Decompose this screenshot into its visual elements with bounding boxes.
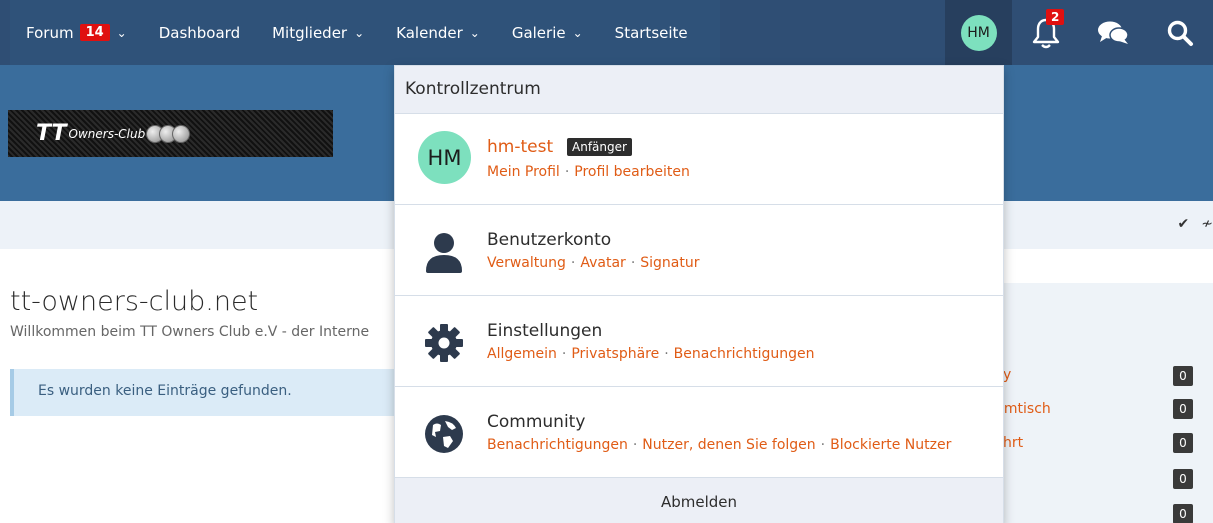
logo-brand: TT [36, 121, 67, 146]
account-management-link[interactable]: Verwaltung [487, 255, 566, 271]
user-menu-dropdown: Kontrollzentrum HM hm-test Anfänger Mein… [394, 65, 1004, 523]
nav-item-dashboard[interactable]: Dashboard [143, 0, 256, 65]
signature-link[interactable]: Signatur [640, 255, 699, 271]
chevron-down-icon: ⌄ [116, 25, 127, 40]
blocked-users-link[interactable]: Blockierte Nutzer [830, 437, 951, 453]
gear-icon [425, 324, 463, 362]
forum-count-badge: 14 [79, 24, 110, 41]
edit-profile-link[interactable]: Profil bearbeiten [574, 164, 690, 180]
following-link[interactable]: Nutzer, denen Sie folgen [642, 437, 815, 453]
nav-item-forum[interactable]: Forum 14 ⌄ [10, 0, 143, 65]
nav-item-kalender[interactable]: Kalender ⌄ [380, 0, 496, 65]
sidebar-count-badge: 0 [1173, 469, 1193, 489]
dropdown-section-account: Benutzerkonto Verwaltung · Avatar · Signatur [395, 205, 1003, 296]
dropdown-links: Allgemein · Privatsphäre · Benachrichtigunge… [487, 346, 815, 362]
conversations-button[interactable] [1079, 0, 1146, 65]
search-icon [1167, 20, 1193, 46]
sidebar-link[interactable]: hrt [1003, 435, 1023, 451]
dropdown-user-section: HM hm-test Anfänger Mein Profil · Profil b… [395, 114, 1003, 205]
globe-icon [425, 415, 463, 453]
user-icon [426, 233, 462, 273]
avatar-link[interactable]: Avatar [580, 255, 625, 271]
dropdown-section-settings: Einstellungen Allgemein · Privatsphäre · Ben… [395, 296, 1003, 387]
general-settings-link[interactable]: Allgemein [487, 346, 557, 362]
page-title: tt-owners-club.net [10, 286, 259, 317]
logo-emblem [146, 124, 191, 143]
top-navigation: Forum 14 ⌄ Dashboard Mitglieder ⌄ Kalend… [0, 0, 1213, 65]
nav-item-label: Dashboard [158, 23, 241, 42]
avatar[interactable]: HM [418, 131, 471, 184]
nav-item-label: Forum [26, 23, 74, 42]
nav-item-startseite[interactable]: Startseite [599, 0, 704, 65]
dropdown-section-community: Community Benachrichtigungen · Nutzer, den… [395, 387, 1003, 478]
info-notice: Es wurden keine Einträge gefunden. [10, 369, 395, 416]
sidebar-count-badge: 0 [1173, 433, 1193, 453]
site-logo[interactable]: TT Owners-Club [8, 110, 333, 157]
nav-item-label: Startseite [614, 23, 688, 42]
sidebar-count-badge: 0 [1173, 504, 1193, 523]
chat-icon [1097, 21, 1129, 44]
chevron-down-icon: ⌄ [572, 25, 583, 40]
section-title: Einstellungen [487, 321, 603, 341]
content-actions: ✔ ≁ [1178, 216, 1213, 232]
main-menu: Forum 14 ⌄ Dashboard Mitglieder ⌄ Kalend… [10, 0, 720, 65]
user-rank-badge: Anfänger [567, 138, 632, 156]
chevron-down-icon: ⌄ [354, 25, 365, 40]
nav-item-label: Galerie [511, 23, 566, 42]
search-button[interactable] [1146, 0, 1213, 65]
nav-item-galerie[interactable]: Galerie ⌄ [496, 0, 599, 65]
page-description: Willkommen beim TT Owners Club e.V - der… [10, 324, 370, 340]
nav-item-label: Mitglieder [272, 23, 348, 42]
my-profile-link[interactable]: Mein Profil [487, 164, 560, 180]
user-panel: HM 2 [945, 0, 1213, 65]
logo-text: Owners-Club [68, 126, 146, 141]
mark-read-icon[interactable]: ✔ [1178, 216, 1190, 232]
sidebar-count-badge: 0 [1173, 399, 1193, 419]
chevron-down-icon: ⌄ [469, 25, 480, 40]
notifications-button[interactable]: 2 [1012, 0, 1079, 65]
dropdown-header: Kontrollzentrum [395, 66, 1003, 114]
notification-settings-link[interactable]: Benachrichtigungen [674, 346, 815, 362]
avatar: HM [960, 14, 997, 51]
sidebar-link[interactable]: ımtisch [1000, 401, 1051, 417]
rss-icon[interactable]: ≁ [1201, 216, 1213, 232]
user-menu-button[interactable]: HM [945, 0, 1012, 65]
nav-item-label: Kalender [396, 23, 463, 42]
nav-item-mitglieder[interactable]: Mitglieder ⌄ [256, 0, 380, 65]
sidebar-link[interactable]: y [1003, 367, 1011, 383]
dropdown-links: Mein Profil · Profil bearbeiten [487, 164, 690, 180]
dropdown-links: Benachrichtigungen · Nutzer, denen Sie fol… [487, 437, 952, 453]
community-notifications-link[interactable]: Benachrichtigungen [487, 437, 628, 453]
sidebar-count-badge: 0 [1173, 366, 1193, 386]
privacy-link[interactable]: Privatsphäre [571, 346, 659, 362]
notification-count-badge: 2 [1046, 9, 1065, 25]
section-title: Benutzerkonto [487, 230, 612, 250]
username-link[interactable]: hm-test [487, 137, 553, 157]
logout-button[interactable]: Abmelden [395, 478, 1003, 523]
dropdown-links: Verwaltung · Avatar · Signatur [487, 255, 700, 271]
section-title: Community [487, 412, 586, 432]
